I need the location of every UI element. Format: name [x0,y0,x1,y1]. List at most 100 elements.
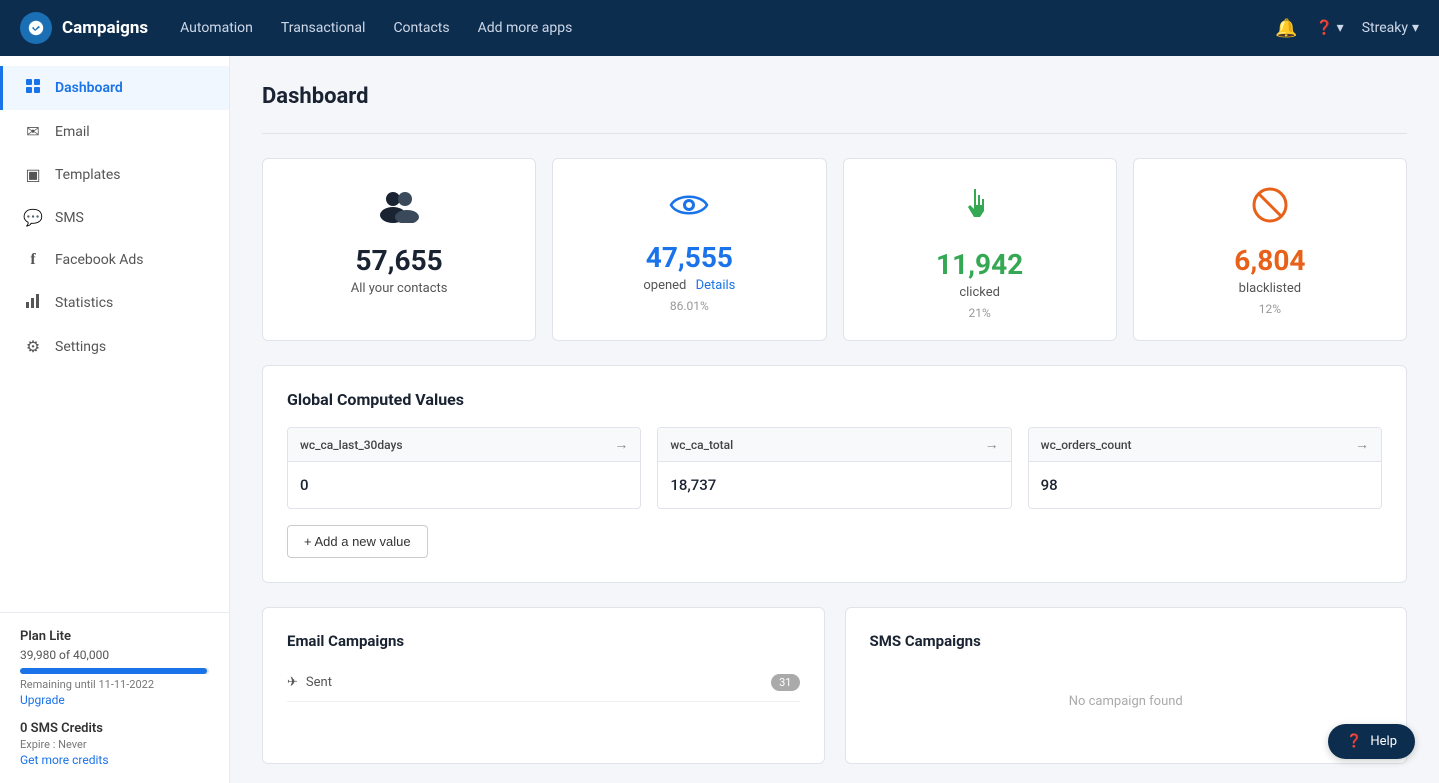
computed-key-0: wc_ca_last_30days [300,438,403,452]
contacts-icon [377,187,421,232]
computed-card-0: wc_ca_last_30days → 0 [287,427,641,509]
sms-icon: 💬 [23,208,43,227]
stat-card-blacklisted: 6,804 blacklisted 12% [1133,158,1407,341]
sms-credits-section: 0 SMS Credits Expire : Never Get more cr… [20,721,209,767]
sidebar-dashboard-label: Dashboard [55,80,123,96]
sidebar-item-email[interactable]: ✉ Email [0,110,229,153]
clicked-value: 11,942 [936,248,1023,281]
help-button[interactable]: ❓ Help [1328,724,1415,759]
computed-value-0: 0 [288,462,640,508]
opened-label: opened Details [643,278,735,293]
help-icon[interactable]: ❓ ▾ [1316,20,1344,36]
sent-plane-icon: ✈ [287,675,298,690]
sms-campaigns-card: SMS Campaigns No campaign found [845,607,1408,764]
sms-credits-title: 0 SMS Credits [20,721,209,736]
templates-icon: ▣ [23,165,43,184]
campaigns-grid: Email Campaigns ✈ Sent 31 SMS Campaigns … [262,607,1407,764]
blacklisted-sub: 12% [1259,302,1281,316]
computed-arrow-0[interactable]: → [614,436,628,453]
stat-card-contacts: 57,655 All your contacts [262,158,536,341]
opened-value: 47,555 [646,241,733,274]
computed-value-1: 18,737 [658,462,1010,508]
sidebar-templates-label: Templates [55,167,121,183]
logo-icon [20,12,52,44]
sidebar-settings-label: Settings [55,339,106,355]
main-layout: Dashboard ✉ Email ▣ Templates 💬 SMS f Fa… [0,56,1439,783]
nav-links: Automation Transactional Contacts Add mo… [180,20,1243,36]
plan-title: Plan Lite [20,629,209,644]
computed-grid: wc_ca_last_30days → 0 wc_ca_total → 18,7… [287,427,1382,509]
upgrade-link[interactable]: Upgrade [20,693,65,707]
stat-card-clicked: 11,942 clicked 21% [843,158,1117,341]
logo[interactable]: Campaigns [20,12,148,44]
sidebar-item-templates[interactable]: ▣ Templates [0,153,229,196]
email-icon: ✉ [23,122,43,141]
clicked-icon [962,187,998,236]
settings-icon: ⚙ [23,337,43,356]
nav-right: 🔔 ❓ ▾ Streaky ▾ [1275,18,1419,39]
sidebar-item-statistics[interactable]: Statistics [0,281,229,325]
blacklisted-label: blacklisted [1239,281,1301,296]
computed-header-0: wc_ca_last_30days → [288,428,640,462]
sidebar-facebook-label: Facebook Ads [55,252,144,268]
get-credits-link[interactable]: Get more credits [20,753,209,767]
global-computed-section: Global Computed Values wc_ca_last_30days… [262,365,1407,583]
clicked-sub: 21% [968,306,990,320]
blacklisted-icon [1252,187,1288,232]
computed-key-1: wc_ca_total [670,438,733,452]
sidebar-item-settings[interactable]: ⚙ Settings [0,325,229,368]
details-link[interactable]: Details [696,278,736,293]
plan-count: 39,980 of 40,000 [20,648,209,662]
help-circle-icon: ❓ [1346,734,1362,749]
sidebar-email-label: Email [55,124,90,140]
email-sent-row: ✈ Sent 31 [287,664,800,702]
computed-arrow-1[interactable]: → [985,436,999,453]
sidebar-item-dashboard[interactable]: Dashboard [0,66,229,110]
email-campaigns-card: Email Campaigns ✈ Sent 31 [262,607,825,764]
statistics-icon [23,293,43,313]
nav-add-more-apps[interactable]: Add more apps [478,20,573,36]
plan-progress-fill [20,668,207,674]
contacts-label: All your contacts [351,281,448,296]
plan-progress-bar [20,668,209,674]
stat-cards-grid: 57,655 All your contacts 47,555 opened D… [262,158,1407,341]
plan-expire: Remaining until 11-11-2022 [20,678,209,691]
title-divider [262,133,1407,134]
computed-card-2: wc_orders_count → 98 [1028,427,1382,509]
blacklisted-value: 6,804 [1234,244,1305,277]
sidebar: Dashboard ✉ Email ▣ Templates 💬 SMS f Fa… [0,56,230,783]
opened-icon [669,187,709,229]
nav-transactional[interactable]: Transactional [281,20,366,36]
sidebar-item-sms[interactable]: 💬 SMS [0,196,229,239]
computed-header-2: wc_orders_count → [1029,428,1381,462]
no-campaign-message: No campaign found [870,664,1383,739]
sidebar-statistics-label: Statistics [55,295,113,311]
computed-header-1: wc_ca_total → [658,428,1010,462]
facebook-icon: f [23,251,43,269]
computed-value-2: 98 [1029,462,1381,508]
email-campaigns-title: Email Campaigns [287,632,800,650]
page-title: Dashboard [262,84,1407,109]
notifications-icon[interactable]: 🔔 [1275,18,1297,39]
sms-campaigns-title: SMS Campaigns [870,632,1383,650]
app-title: Campaigns [62,18,148,38]
nav-automation[interactable]: Automation [180,20,253,36]
sidebar-plan-section: Plan Lite 39,980 of 40,000 Remaining unt… [0,612,229,783]
computed-arrow-2[interactable]: → [1355,436,1369,453]
sent-count-badge: 31 [771,674,799,691]
clicked-label: clicked [959,285,1000,300]
top-navigation: Campaigns Automation Transactional Conta… [0,0,1439,56]
sms-expire: Expire : Never [20,738,209,751]
main-content: Dashboard 57,655 All your contacts [230,56,1439,783]
stat-card-opened: 47,555 opened Details 86.01% [552,158,826,341]
computed-key-2: wc_orders_count [1041,438,1132,452]
opened-sub: 86.01% [670,299,709,313]
email-sent-label: ✈ Sent [287,675,332,690]
sidebar-item-facebook-ads[interactable]: f Facebook Ads [0,239,229,281]
nav-contacts[interactable]: Contacts [393,20,449,36]
user-menu[interactable]: Streaky ▾ [1362,20,1419,36]
add-value-button[interactable]: + Add a new value [287,525,428,558]
help-label: Help [1370,734,1397,749]
dashboard-icon [23,78,43,98]
computed-card-1: wc_ca_total → 18,737 [657,427,1011,509]
